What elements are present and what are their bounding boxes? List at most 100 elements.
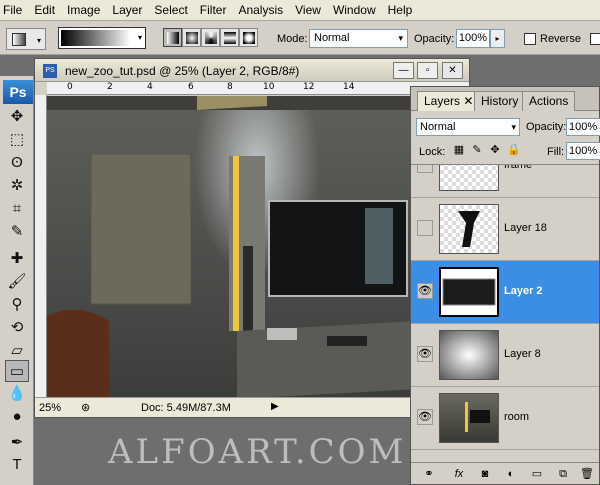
layer-row-frame[interactable]: frame: [411, 165, 599, 198]
brush-icon[interactable]: 🖌: [5, 271, 29, 293]
layer-row-layer-8[interactable]: 👁 Layer 8: [411, 324, 599, 387]
new-layer-icon[interactable]: ⧉: [555, 466, 571, 482]
layer-row-room[interactable]: 👁 room: [411, 387, 599, 450]
menu-view[interactable]: View: [289, 0, 327, 21]
eye-icon[interactable]: 👁: [417, 283, 433, 299]
close-tab-icon[interactable]: ✕: [463, 94, 473, 108]
layer-name: Layer 2: [504, 285, 543, 297]
type-icon[interactable]: T: [5, 454, 29, 476]
eye-icon[interactable]: 👁: [417, 409, 433, 425]
menu-bar: File Edit Image Layer Select Filter Anal…: [0, 0, 600, 21]
fill-label: Fill:: [547, 146, 565, 158]
blur-icon[interactable]: 💧: [5, 383, 29, 405]
tv-reflection: [365, 208, 393, 284]
move-icon[interactable]: ✥: [5, 106, 29, 128]
radial-gradient-button[interactable]: [182, 28, 201, 47]
room-thumbnail-icon: [465, 402, 490, 432]
menu-select[interactable]: Select: [148, 0, 193, 21]
minimize-button[interactable]: —: [393, 62, 414, 79]
gradient-type-group: [163, 28, 258, 48]
mask-icon[interactable]: ◙: [477, 466, 493, 482]
chevron-down-icon: ▾: [398, 33, 403, 43]
status-menu-arrow-icon[interactable]: ▶: [271, 401, 279, 412]
menu-analysis[interactable]: Analysis: [232, 0, 289, 21]
maximize-button[interactable]: ▫: [417, 62, 438, 79]
link-icon[interactable]: ⚭: [421, 466, 437, 482]
mode-select[interactable]: Normal ▾: [309, 29, 408, 48]
blend-mode-value: Normal: [420, 121, 456, 133]
menu-layer[interactable]: Layer: [106, 0, 148, 21]
close-button[interactable]: ✕: [442, 62, 463, 79]
opacity-input[interactable]: 100%: [456, 29, 490, 48]
canvas[interactable]: [47, 96, 469, 397]
tool-preset-picker[interactable]: ▾: [6, 28, 46, 50]
lock-position-icon[interactable]: ✥: [489, 144, 501, 156]
radial-gradient-icon: [186, 32, 198, 44]
blend-mode-select[interactable]: Normal ▾: [416, 118, 520, 136]
dodge-icon[interactable]: ●: [5, 406, 29, 428]
layer-opacity-input[interactable]: 100%: [566, 118, 600, 136]
layer-opacity-label: Opacity:: [526, 121, 567, 133]
linear-gradient-button[interactable]: [163, 28, 182, 47]
vertical-ruler: [35, 95, 47, 397]
layer-name: room: [504, 411, 530, 423]
tab-history[interactable]: History: [474, 91, 526, 111]
angle-gradient-button[interactable]: [201, 28, 220, 47]
eye-icon[interactable]: 👁: [417, 346, 433, 362]
panel-tabs: Layers ✕ History Actions: [411, 87, 599, 111]
mode-value: Normal: [314, 32, 350, 44]
lock-all-icon[interactable]: 🔒: [507, 144, 521, 156]
visibility-toggle[interactable]: [417, 220, 433, 236]
document-titlebar[interactable]: PS new_zoo_tut.psd @ 25% (Layer 2, RGB/8…: [35, 59, 469, 82]
group-icon[interactable]: ▭: [529, 466, 545, 482]
history-brush-icon[interactable]: ⟲: [5, 317, 29, 339]
reflected-gradient-button[interactable]: [220, 28, 239, 47]
crop-icon[interactable]: ⌗: [5, 198, 29, 220]
layer-row-layer-18[interactable]: Layer 18: [411, 198, 599, 261]
lock-transparency-icon[interactable]: ▦: [453, 144, 465, 156]
wall-canvas-panel: [90, 153, 192, 305]
reverse-checkbox[interactable]: [524, 33, 536, 45]
eraser-icon[interactable]: ▱: [5, 340, 29, 362]
tab-layers[interactable]: Layers ✕: [417, 91, 481, 111]
magic-wand-icon[interactable]: ✲: [5, 175, 29, 197]
document-title: new_zoo_tut.psd @ 25% (Layer 2, RGB/8#): [65, 64, 300, 78]
ruler-label: 12: [303, 82, 315, 92]
zoom-navigate-icon[interactable]: ⊛: [81, 401, 90, 414]
pen-icon[interactable]: ✒: [5, 432, 29, 454]
layers-panel: Layers ✕ History Actions Normal ▾ Opacit…: [410, 86, 600, 485]
eyedropper-icon[interactable]: ✎: [5, 221, 29, 243]
menu-help[interactable]: Help: [382, 0, 419, 21]
gradient-picker[interactable]: ▾: [58, 27, 146, 49]
opacity-slider-button[interactable]: ▸: [490, 29, 505, 48]
horizontal-ruler: 0 2 4 6 8 10 12 14: [47, 82, 469, 95]
layers-footer: ⚭ fx ◙ ◐ ▭ ⧉ 🗑: [411, 462, 599, 484]
adjustment-icon[interactable]: ◐: [503, 466, 519, 482]
ruler-label: 8: [227, 82, 233, 92]
tab-layers-label: Layers: [424, 94, 461, 108]
sofa: [47, 309, 109, 397]
fill-input[interactable]: 100%: [566, 142, 600, 160]
layer-thumbnail: [439, 330, 499, 380]
layer-row-layer-2[interactable]: 👁 Layer 2: [411, 261, 599, 324]
fx-icon[interactable]: fx: [451, 466, 467, 482]
healing-brush-icon[interactable]: ✚: [5, 248, 29, 270]
menu-file[interactable]: File: [0, 0, 28, 21]
zoom-readout[interactable]: 25%: [39, 402, 61, 414]
dither-checkbox[interactable]: [590, 33, 600, 45]
menu-image[interactable]: Image: [61, 0, 106, 21]
menu-window[interactable]: Window: [327, 0, 382, 21]
tab-actions[interactable]: Actions: [522, 91, 576, 111]
lasso-icon[interactable]: ʘ: [5, 152, 29, 174]
diamond-gradient-button[interactable]: [239, 28, 258, 47]
marquee-icon[interactable]: ⬚: [5, 129, 29, 151]
lock-image-icon[interactable]: ✎: [471, 144, 483, 156]
trash-icon[interactable]: 🗑: [579, 466, 595, 482]
mode-label: Mode:: [277, 33, 308, 45]
document-window: PS new_zoo_tut.psd @ 25% (Layer 2, RGB/8…: [34, 58, 470, 418]
menu-filter[interactable]: Filter: [194, 0, 233, 21]
clone-stamp-icon[interactable]: ⚲: [5, 294, 29, 316]
menu-edit[interactable]: Edit: [28, 0, 61, 21]
visibility-toggle[interactable]: [417, 165, 433, 173]
gradient-icon[interactable]: ▭: [5, 360, 29, 382]
